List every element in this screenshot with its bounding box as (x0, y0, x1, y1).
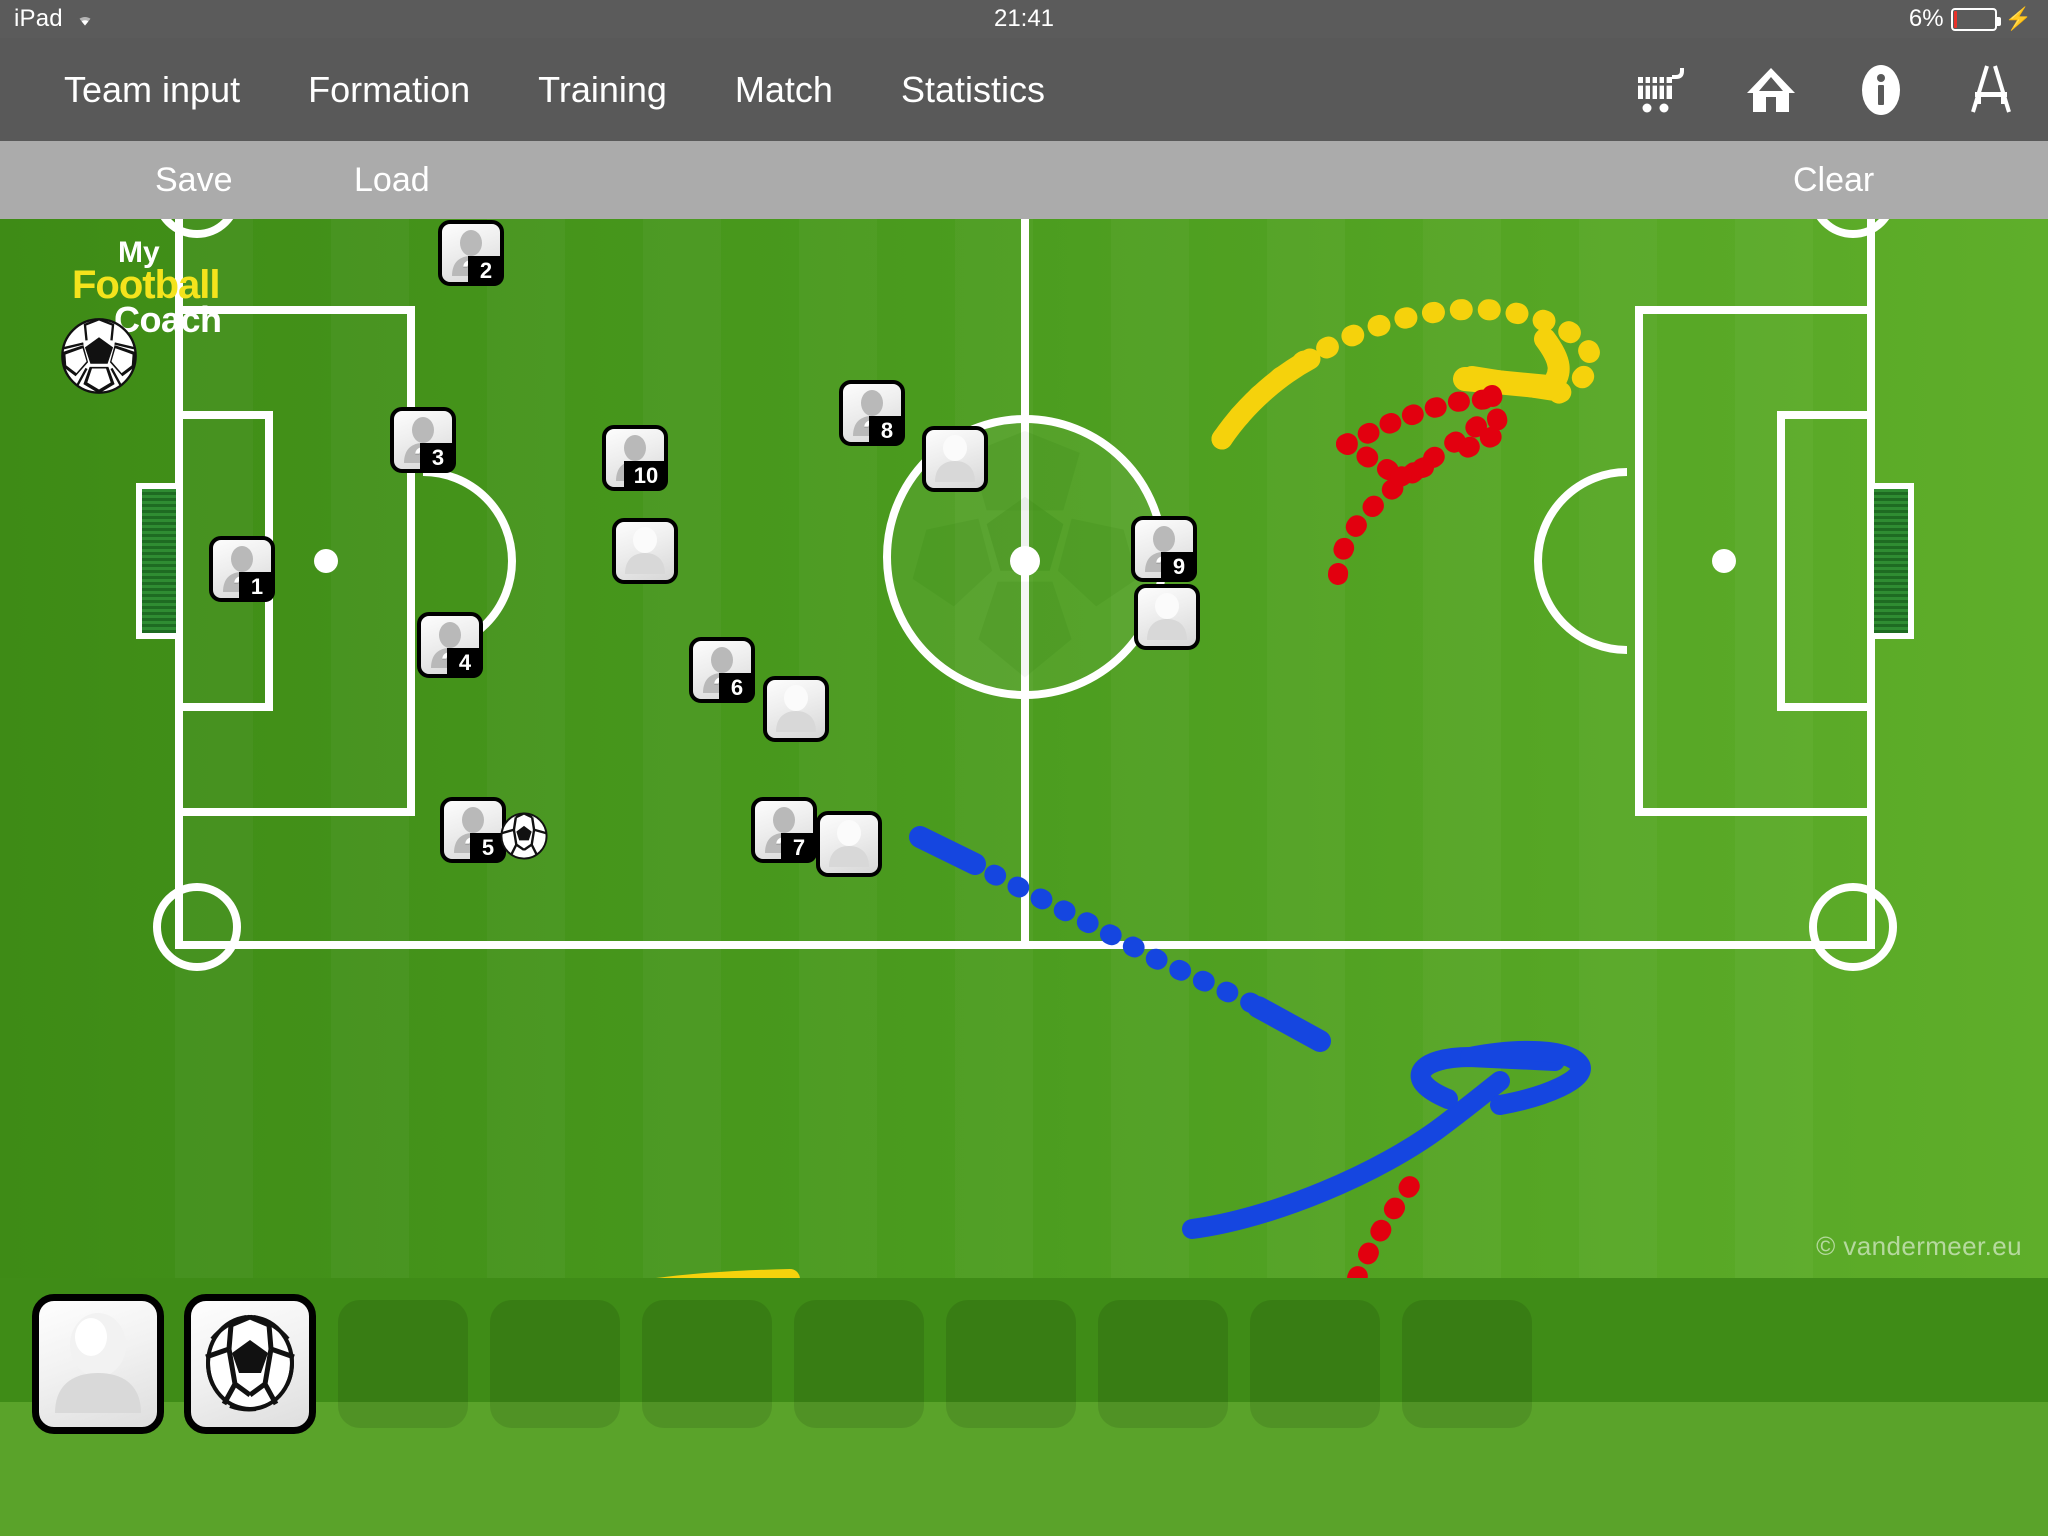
drawing-toolbar: Save Load Clear (0, 141, 2048, 344)
object-tray (0, 1278, 2048, 1536)
status-bar-time: 21:41 (993, 5, 1055, 32)
home-icon[interactable] (1742, 61, 1800, 119)
soccer-ball-icon (191, 1314, 300, 1423)
player-token-5[interactable]: ? 5 (440, 797, 506, 865)
tray-empty-slot[interactable] (1098, 1300, 1228, 1428)
nav-item-match[interactable]: Match (701, 69, 867, 111)
player-token-blank-1[interactable] (612, 518, 678, 584)
player-token-blank-4[interactable] (816, 811, 882, 877)
player-silhouette-icon (767, 680, 825, 738)
app-root: iPad 21:41 6% ⚡ Team input Formation Tra… (0, 0, 2048, 1536)
tray-empty-slot[interactable] (642, 1300, 772, 1428)
tray-empty-slot[interactable] (1402, 1300, 1532, 1428)
battery-icon (1950, 7, 2001, 31)
nav-bar: Team input Formation Training Match Stat… (0, 38, 2048, 141)
player-number-badge: 1 (239, 572, 275, 602)
player-number-badge: 6 (719, 673, 755, 703)
nav-menu: Team input Formation Training Match Stat… (30, 38, 1079, 141)
nav-item-team-input[interactable]: Team input (30, 69, 274, 111)
battery-percent-label: 6% (1908, 5, 1944, 32)
nav-icon-group (1632, 38, 2020, 141)
goal-net-right (1874, 483, 1914, 639)
player-silhouette-icon (39, 1313, 157, 1431)
player-token-9[interactable]: ? 9 (1131, 516, 1197, 584)
player-token-6[interactable]: ? 6 (689, 637, 755, 705)
status-bar-right: 6% ⚡ (1909, 5, 2032, 33)
player-number-badge: 9 (1161, 552, 1197, 582)
nav-item-statistics[interactable]: Statistics (867, 69, 1079, 111)
clear-button[interactable]: Clear (1793, 161, 1874, 200)
player-number-badge: 7 (781, 833, 817, 863)
player-silhouette-icon (1138, 588, 1196, 646)
player-silhouette-icon (926, 430, 984, 488)
player-silhouette-icon (820, 815, 878, 873)
player-token-7[interactable]: ? 7 (751, 797, 817, 865)
tray-empty-slot[interactable] (1250, 1300, 1380, 1428)
tray-empty-slot[interactable] (946, 1300, 1076, 1428)
shopping-cart-icon[interactable] (1632, 61, 1690, 119)
logo-soccer-ball-icon (60, 317, 138, 395)
player-token-blank-2[interactable] (922, 426, 988, 492)
player-number-badge: 4 (447, 648, 483, 678)
status-bar: iPad 21:41 6% ⚡ (0, 0, 2048, 38)
info-icon[interactable] (1852, 61, 1910, 119)
load-button[interactable]: Load (354, 161, 430, 200)
app-store-icon[interactable] (1962, 61, 2020, 119)
player-token-1[interactable]: ? 1 (209, 536, 275, 604)
player-token-blank-3[interactable] (763, 676, 829, 742)
field-soccer-ball-token[interactable] (500, 812, 548, 860)
player-number-badge: 8 (869, 416, 905, 446)
player-number-badge: 3 (420, 443, 456, 473)
player-token-3[interactable]: ? 3 (390, 407, 456, 475)
copyright-label: © vandermeer.eu (1816, 1231, 2022, 1261)
player-token-blank-5[interactable] (1134, 584, 1200, 650)
save-button[interactable]: Save (155, 161, 233, 200)
tray-empty-slot[interactable] (794, 1300, 924, 1428)
tray-player-token[interactable] (32, 1294, 164, 1434)
player-number-badge: 2 (468, 256, 504, 286)
nav-item-training[interactable]: Training (504, 69, 701, 111)
tray-empty-slot[interactable] (490, 1300, 620, 1428)
nav-item-formation[interactable]: Formation (274, 69, 504, 111)
player-token-4[interactable]: ? 4 (417, 612, 483, 680)
app-logo: My Football Coach (30, 238, 230, 394)
player-token-8[interactable]: ? 8 (839, 380, 905, 448)
player-token-10[interactable]: ? 10 (602, 425, 668, 493)
tray-ball-token[interactable] (184, 1294, 316, 1434)
pitch-area[interactable]: My Football Coach 1 2 3 4 5 6 7 8 9 10 ©… (0, 219, 2048, 1278)
goal-net-left (136, 483, 176, 639)
player-token-2[interactable]: ? 2 (438, 220, 504, 288)
tray-empty-slot[interactable] (338, 1300, 468, 1428)
charging-bolt-icon: ⚡ (2004, 6, 2032, 31)
player-number-badge: 10 (624, 461, 668, 491)
logo-line-football: Football (72, 262, 221, 307)
player-silhouette-icon (616, 522, 674, 580)
